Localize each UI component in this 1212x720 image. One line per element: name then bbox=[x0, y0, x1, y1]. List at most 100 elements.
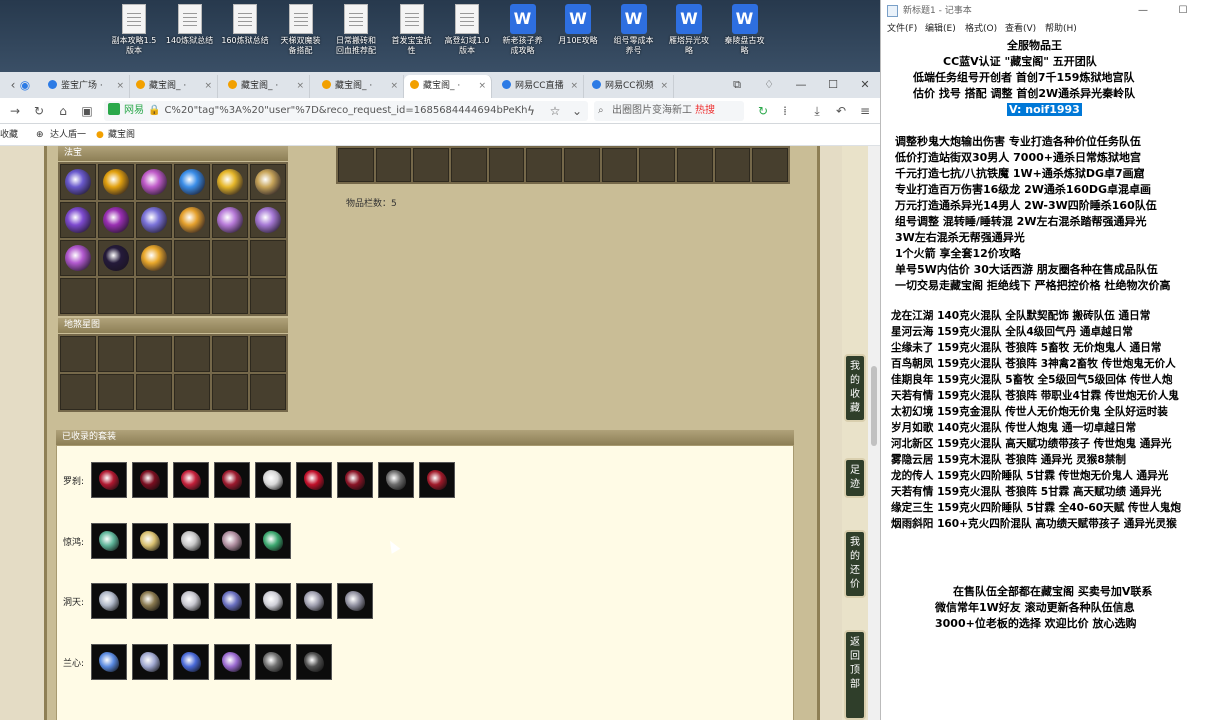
dress-item[interactable] bbox=[296, 644, 332, 680]
menu-format[interactable]: 格式(O) bbox=[965, 22, 997, 36]
inventory-slot[interactable] bbox=[639, 148, 675, 182]
fabao-slot[interactable] bbox=[98, 202, 134, 238]
fabao-slot[interactable] bbox=[212, 202, 248, 238]
home-icon[interactable]: ⌂ bbox=[54, 102, 72, 120]
star-icon[interactable]: ☆ bbox=[546, 102, 564, 120]
minimize-icon[interactable]: — bbox=[786, 72, 816, 98]
fabao-slot[interactable] bbox=[212, 240, 248, 276]
dress-item[interactable] bbox=[419, 462, 455, 498]
dress-item[interactable] bbox=[255, 523, 291, 559]
inventory-slot[interactable] bbox=[413, 148, 449, 182]
apps-icon[interactable]: ⁞ bbox=[776, 102, 794, 120]
chevron-down-icon[interactable]: ⌄ bbox=[568, 102, 586, 120]
dress-item[interactable] bbox=[214, 583, 250, 619]
tab-list-icon[interactable]: ⧉ bbox=[722, 72, 752, 98]
fabao-slot[interactable] bbox=[98, 240, 134, 276]
star-map-slot[interactable] bbox=[136, 374, 172, 410]
tab-close-icon[interactable]: × bbox=[116, 75, 124, 98]
fabao-slot[interactable] bbox=[136, 278, 172, 314]
reload-icon[interactable]: ↻ bbox=[30, 102, 48, 120]
desktop-icon-7[interactable]: W 新老孩子养 成攻略 bbox=[495, 4, 551, 70]
fabao-slot[interactable] bbox=[250, 202, 286, 238]
desktop-icon-0[interactable]: 副本攻略1.5 版本 bbox=[106, 4, 162, 70]
undo-icon[interactable]: ↶ bbox=[832, 102, 850, 120]
inventory-slot[interactable] bbox=[338, 148, 374, 182]
tab-1[interactable]: 藏宝阁_ · × bbox=[130, 75, 218, 98]
dress-item[interactable] bbox=[337, 583, 373, 619]
fabao-slot[interactable] bbox=[212, 164, 248, 200]
fabao-slot[interactable] bbox=[250, 278, 286, 314]
tab-close-icon[interactable]: × bbox=[570, 75, 578, 98]
tab-3[interactable]: 藏宝阁_ · × bbox=[316, 75, 404, 98]
fabao-slot[interactable] bbox=[136, 240, 172, 276]
footprint-button[interactable]: 足迹 bbox=[844, 458, 866, 498]
dress-item[interactable] bbox=[255, 644, 291, 680]
inventory-slot[interactable] bbox=[375, 148, 412, 182]
fabao-slot[interactable] bbox=[98, 278, 134, 314]
dress-item[interactable] bbox=[337, 462, 373, 498]
tab-close-icon[interactable]: × bbox=[478, 75, 486, 98]
dress-item[interactable] bbox=[296, 462, 332, 498]
fabao-slot[interactable] bbox=[60, 278, 96, 314]
url-input[interactable]: 网易 🔒 C%20"tag"%3A%20"user"%7D&reco_request… bbox=[104, 101, 588, 121]
tab-6[interactable]: 网易CC视频 × bbox=[586, 75, 674, 98]
dress-item[interactable] bbox=[296, 583, 332, 619]
page-scrollbar[interactable] bbox=[868, 146, 880, 720]
bag-icon[interactable]: ▣ bbox=[78, 102, 96, 120]
fabao-slot[interactable] bbox=[212, 278, 248, 314]
bookmark-daren[interactable]: 达人盾一 bbox=[50, 124, 86, 146]
bookmark-favorites[interactable]: 收藏 bbox=[0, 124, 18, 146]
back-to-top-button[interactable]: 返回顶部 bbox=[844, 630, 866, 720]
tab-5[interactable]: 网易CC直播 × bbox=[496, 75, 584, 98]
maximize-icon[interactable]: ☐ bbox=[818, 72, 848, 98]
tab-2[interactable]: 藏宝阁_ · × bbox=[222, 75, 310, 98]
dress-item[interactable] bbox=[91, 523, 127, 559]
dress-item[interactable] bbox=[173, 462, 209, 498]
star-map-slot[interactable] bbox=[136, 336, 172, 372]
dress-item[interactable] bbox=[132, 644, 168, 680]
fabao-slot[interactable] bbox=[174, 278, 210, 314]
fabao-slot[interactable] bbox=[174, 164, 210, 200]
desktop-icon-9[interactable]: W 组号零成本 养号 bbox=[606, 4, 662, 70]
star-map-slot[interactable] bbox=[250, 374, 286, 410]
desktop-icon-3[interactable]: 天梯双魔装 备搭配 bbox=[273, 4, 329, 70]
inventory-slot[interactable] bbox=[677, 148, 713, 182]
fabao-slot[interactable] bbox=[250, 164, 286, 200]
inventory-slot[interactable] bbox=[601, 148, 638, 182]
dress-item[interactable] bbox=[173, 583, 209, 619]
star-map-slot[interactable] bbox=[174, 374, 210, 410]
notepad-text-area[interactable]: 全服物品王 CC蓝V认证 "藏宝阁" 五开团队 低端任务组号开创者 首创7千159炼… bbox=[881, 36, 1212, 720]
star-map-slot[interactable] bbox=[212, 374, 248, 410]
dress-item[interactable] bbox=[91, 644, 127, 680]
inventory-slot[interactable] bbox=[564, 148, 600, 182]
menu-edit[interactable]: 编辑(E) bbox=[925, 22, 956, 36]
tab-0[interactable]: 鉴宝广场 · × bbox=[42, 75, 130, 98]
dress-item[interactable] bbox=[173, 644, 209, 680]
star-map-slot[interactable] bbox=[174, 336, 210, 372]
menu-file[interactable]: 文件(F) bbox=[887, 22, 917, 36]
star-map-slot[interactable] bbox=[98, 336, 134, 372]
refresh-green-icon[interactable]: ↻ bbox=[754, 102, 772, 120]
notepad-minimize-icon[interactable]: — bbox=[1131, 0, 1155, 22]
inventory-slot[interactable] bbox=[488, 148, 525, 182]
fabao-slot[interactable] bbox=[136, 202, 172, 238]
tab-close-icon[interactable]: × bbox=[296, 75, 304, 98]
fabao-slot[interactable] bbox=[174, 202, 210, 238]
dress-item[interactable] bbox=[132, 583, 168, 619]
desktop-icon-11[interactable]: W 秦陵盘古攻 略 bbox=[717, 4, 773, 70]
tab-4[interactable]: 藏宝阁_ · × bbox=[404, 75, 492, 98]
notepad-maximize-icon[interactable]: ☐ bbox=[1171, 0, 1195, 22]
inventory-slot[interactable] bbox=[451, 148, 487, 182]
my-bargain-button[interactable]: 我的还价 bbox=[844, 530, 866, 598]
inventory-slot[interactable] bbox=[752, 148, 788, 182]
tab-close-icon[interactable]: × bbox=[204, 75, 212, 98]
star-map-slot[interactable] bbox=[60, 336, 96, 372]
dress-item[interactable] bbox=[378, 462, 414, 498]
menu-help[interactable]: 帮助(H) bbox=[1045, 22, 1077, 36]
selected-text[interactable]: V: noif1993 bbox=[1007, 103, 1082, 116]
desktop-icon-6[interactable]: 高登幻域1.0 版本 bbox=[439, 4, 495, 70]
fabao-slot[interactable] bbox=[60, 202, 96, 238]
forward-icon[interactable]: → bbox=[6, 102, 24, 120]
dress-item[interactable] bbox=[173, 523, 209, 559]
tab-close-icon[interactable]: × bbox=[660, 75, 668, 98]
